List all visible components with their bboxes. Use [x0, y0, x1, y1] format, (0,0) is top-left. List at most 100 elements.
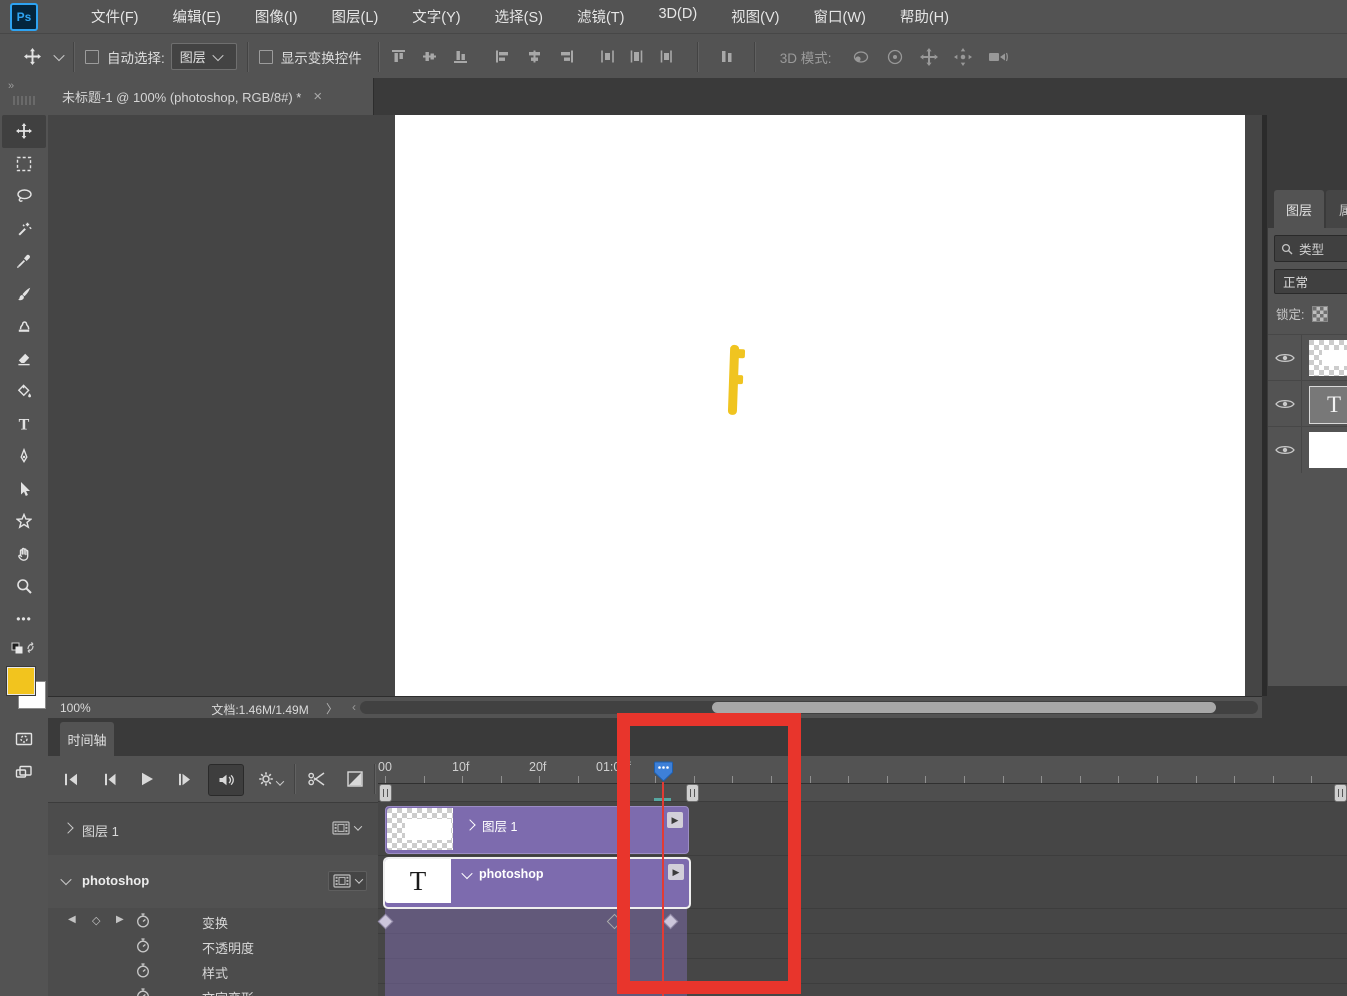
distribute-vcenter-icon[interactable] — [629, 49, 644, 64]
layer-row-layer1[interactable] — [1268, 334, 1347, 381]
layer-filter-dropdown[interactable]: 类型 — [1274, 235, 1347, 262]
menu-view[interactable]: 视图(V) — [714, 0, 796, 33]
preset-chevron-down-icon[interactable] — [53, 49, 64, 60]
timeline-panel-tab[interactable]: 时间轴 — [60, 722, 114, 756]
3d-pan-icon[interactable] — [920, 48, 938, 66]
clip-play-icon[interactable]: ▶ — [668, 864, 684, 880]
menu-type[interactable]: 文字(Y) — [395, 0, 477, 33]
track-header-photoshop[interactable]: photoshop — [48, 855, 378, 909]
horizontal-scrollbar[interactable] — [360, 701, 1258, 714]
zoom-tool[interactable] — [2, 570, 46, 603]
quick-selection-tool[interactable] — [2, 213, 46, 246]
rectangular-marquee-tool[interactable] — [2, 148, 46, 181]
transition-button[interactable] — [340, 764, 370, 794]
distribute-spacing-icon[interactable] — [719, 49, 734, 64]
menu-file[interactable]: 文件(F) — [74, 0, 156, 33]
type-tool[interactable]: T — [2, 408, 46, 441]
clip-play-icon[interactable]: ▶ — [667, 812, 683, 828]
eraser-tool[interactable] — [2, 343, 46, 376]
visibility-toggle[interactable] — [1268, 381, 1302, 427]
3d-slide-icon[interactable] — [954, 48, 972, 66]
first-frame-button[interactable] — [56, 764, 86, 794]
menu-help[interactable]: 帮助(H) — [883, 0, 966, 33]
next-frame-button[interactable] — [170, 764, 200, 794]
timeline-clip-layer1[interactable]: 图层 1 ▶ — [385, 806, 689, 854]
lock-transparency-icon[interactable] — [1312, 306, 1328, 322]
lasso-tool[interactable] — [2, 180, 46, 213]
stopwatch-icon[interactable] — [136, 913, 150, 928]
layer-thumbnail-white[interactable] — [1309, 432, 1347, 468]
chevron-down-icon[interactable] — [461, 868, 472, 879]
split-at-playhead-button[interactable] — [302, 764, 332, 794]
work-area-far-end-handle[interactable] — [1334, 784, 1347, 802]
timeline-clip-photoshop[interactable]: T photoshop ▶ — [383, 857, 691, 909]
align-hcenter-icon[interactable] — [526, 49, 543, 64]
default-swap-colors[interactable] — [2, 635, 46, 659]
menu-3d[interactable]: 3D(D) — [641, 0, 714, 33]
mute-audio-button[interactable] — [208, 764, 244, 796]
visibility-toggle[interactable] — [1268, 335, 1302, 381]
menu-edit[interactable]: 编辑(E) — [156, 0, 238, 33]
zoom-level-field[interactable]: 100% — [60, 701, 91, 715]
move-tool-preset-icon[interactable] — [18, 48, 47, 65]
tab-properties[interactable]: 属性 — [1326, 190, 1347, 228]
foreground-color-swatch[interactable] — [7, 667, 35, 695]
pen-tool[interactable] — [2, 440, 46, 473]
auto-select-checkbox[interactable] — [85, 50, 99, 64]
work-area-start-handle[interactable] — [379, 784, 392, 802]
status-expand-icon[interactable]: 〉 — [326, 700, 338, 717]
align-right-icon[interactable] — [557, 49, 574, 64]
eyedropper-tool[interactable] — [2, 245, 46, 278]
distribute-bottom-icon[interactable] — [658, 49, 673, 64]
layer-row-background[interactable] — [1268, 426, 1347, 473]
add-keyframe-button[interactable]: ◇ — [92, 914, 100, 927]
menu-window[interactable]: 窗口(W) — [797, 0, 883, 33]
menu-filter[interactable]: 滤镜(T) — [560, 0, 642, 33]
menu-image[interactable]: 图像(I) — [238, 0, 315, 33]
distribute-top-icon[interactable] — [600, 49, 615, 64]
next-keyframe-button[interactable]: ▶ — [116, 914, 124, 925]
tab-layers[interactable]: 图层 — [1274, 190, 1324, 228]
chevron-right-icon[interactable] — [464, 819, 475, 830]
chevron-right-icon[interactable] — [62, 822, 73, 833]
track-header-layer1[interactable]: 图层 1 — [48, 803, 378, 856]
align-bottom-icon[interactable] — [452, 49, 469, 64]
layer-row-text-selected[interactable]: T — [1268, 380, 1347, 427]
hand-tool[interactable] — [2, 538, 46, 571]
previous-keyframe-button[interactable]: ◀ — [68, 914, 76, 925]
align-vcenter-icon[interactable] — [421, 49, 438, 64]
track-filter-control[interactable] — [332, 821, 361, 835]
move-tool[interactable] — [2, 115, 46, 148]
3d-roll-icon[interactable] — [886, 48, 904, 66]
toolbar-grip[interactable] — [13, 96, 35, 105]
3d-rotate-icon[interactable] — [852, 48, 870, 66]
previous-frame-button[interactable] — [94, 764, 124, 794]
horizontal-scrollbar-thumb[interactable] — [712, 702, 1216, 713]
timeline-settings-button[interactable] — [252, 764, 288, 794]
play-button[interactable] — [132, 764, 162, 794]
clone-stamp-tool[interactable] — [2, 310, 46, 343]
stopwatch-icon[interactable] — [136, 938, 150, 953]
stopwatch-icon[interactable] — [136, 963, 150, 978]
3d-camera-icon[interactable] — [988, 50, 1008, 64]
path-selection-tool[interactable] — [2, 473, 46, 506]
show-transform-checkbox[interactable] — [259, 50, 273, 64]
custom-shape-tool[interactable] — [2, 505, 46, 538]
layer-thumbnail-transparent[interactable] — [1309, 340, 1347, 376]
stopwatch-icon[interactable] — [136, 988, 150, 996]
work-area-end-handle[interactable] — [686, 784, 699, 802]
align-left-icon[interactable] — [495, 49, 512, 64]
playhead-marker[interactable] — [654, 761, 673, 782]
layer-thumbnail-text[interactable]: T — [1309, 386, 1347, 424]
track-filter-control[interactable] — [328, 871, 367, 891]
visibility-toggle[interactable] — [1268, 427, 1302, 473]
collapse-toolbar-icon[interactable]: » — [8, 80, 14, 92]
chevron-down-icon[interactable] — [60, 874, 71, 885]
status-collapse-icon[interactable]: ‹ — [352, 700, 356, 714]
auto-select-dropdown[interactable]: 图层 — [171, 43, 237, 70]
menu-select[interactable]: 选择(S) — [478, 0, 560, 33]
brush-tool[interactable] — [2, 278, 46, 311]
document-canvas[interactable] — [395, 115, 1245, 696]
timeline-ruler[interactable]: 00 10f 20f 01:00f — [378, 756, 1347, 784]
blend-mode-dropdown[interactable]: 正常 — [1274, 269, 1347, 294]
